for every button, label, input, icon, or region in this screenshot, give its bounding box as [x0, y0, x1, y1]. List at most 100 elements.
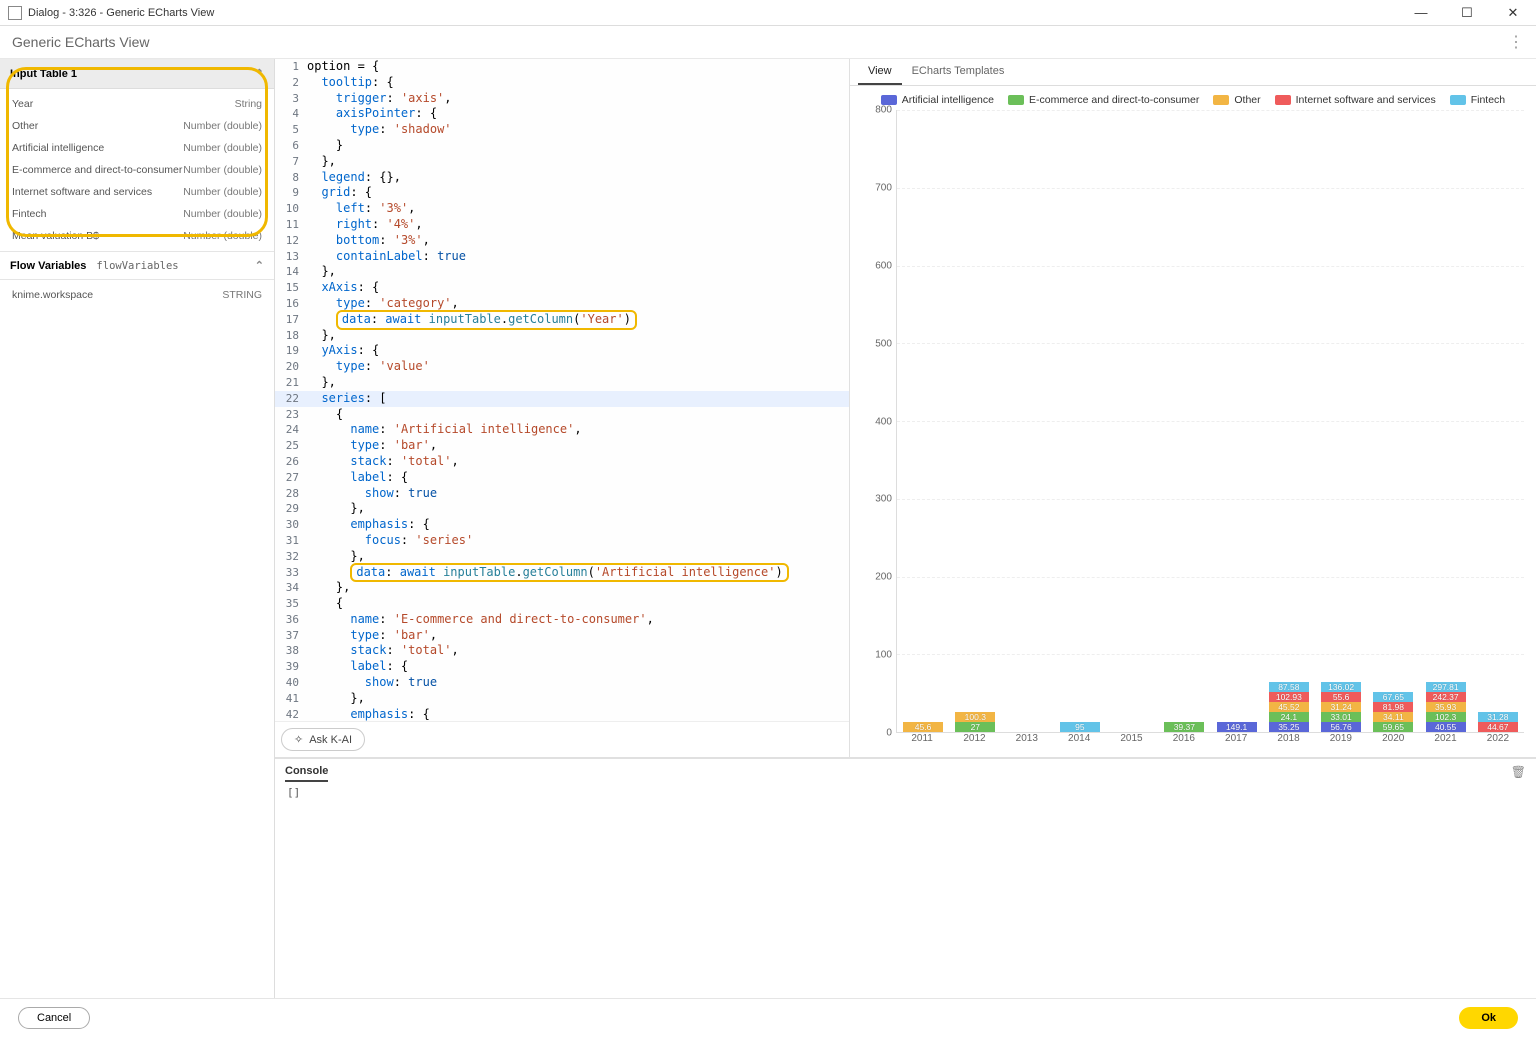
field-row[interactable]: Mean valuation B$Number (double) [0, 225, 274, 247]
field-row[interactable]: OtherNumber (double) [0, 115, 274, 137]
bar-segment[interactable]: 297.81 [1426, 682, 1466, 692]
code-line[interactable]: 14 }, [275, 264, 849, 280]
bar-segment[interactable]: 35.25 [1269, 722, 1309, 732]
flow-var-row[interactable]: knime.workspaceSTRING [0, 284, 274, 306]
tab-echarts-templates[interactable]: ECharts Templates [902, 59, 1015, 85]
bar-segment[interactable]: 24.1 [1269, 712, 1309, 722]
code-line[interactable]: 19 yAxis: { [275, 343, 849, 359]
bar-group[interactable]: 59.6534.1181.9867.65 [1373, 692, 1413, 732]
code-line[interactable]: 23 { [275, 407, 849, 423]
bar-segment[interactable]: 40.55 [1426, 722, 1466, 732]
bar-segment[interactable]: 87.58 [1269, 682, 1309, 692]
code-line[interactable]: 42 emphasis: { [275, 707, 849, 721]
ok-button[interactable]: Ok [1459, 1007, 1518, 1029]
field-row[interactable]: Artificial intelligenceNumber (double) [0, 137, 274, 159]
bar-group[interactable]: 44.6731.28 [1478, 712, 1518, 732]
minimize-button[interactable]: — [1406, 5, 1436, 21]
bar-segment[interactable]: 100.3 [955, 712, 995, 722]
close-button[interactable]: ✕ [1498, 5, 1528, 21]
bar-segment[interactable]: 55.6 [1321, 692, 1361, 702]
ask-kai-button[interactable]: ✧ Ask K-AI [281, 728, 365, 751]
bar-segment[interactable]: 81.98 [1373, 702, 1413, 712]
bar-group[interactable]: 35.2524.145.52102.9387.58 [1269, 682, 1309, 732]
code-line[interactable]: 30 emphasis: { [275, 517, 849, 533]
code-line[interactable]: 11 right: '4%', [275, 217, 849, 233]
field-row[interactable]: YearString [0, 93, 274, 115]
console-body[interactable]: [] [285, 782, 1526, 992]
field-row[interactable]: Internet software and servicesNumber (do… [0, 181, 274, 203]
bar-segment[interactable]: 44.67 [1478, 722, 1518, 732]
code-line[interactable]: 21 }, [275, 375, 849, 391]
code-line[interactable]: 29 }, [275, 501, 849, 517]
code-line[interactable]: 10 left: '3%', [275, 201, 849, 217]
code-line[interactable]: 15 xAxis: { [275, 280, 849, 296]
code-line[interactable]: 17 data: await inputTable.getColumn('Yea… [275, 312, 849, 328]
bar-segment[interactable]: 59.65 [1373, 722, 1413, 732]
code-line[interactable]: 34 }, [275, 580, 849, 596]
code-line[interactable]: 28 show: true [275, 486, 849, 502]
code-editor[interactable]: 1option = {2 tooltip: {3 trigger: 'axis'… [275, 59, 849, 721]
code-line[interactable]: 12 bottom: '3%', [275, 233, 849, 249]
bar-segment[interactable]: 27 [955, 722, 995, 732]
code-line[interactable]: 1option = { [275, 59, 849, 75]
bar-segment[interactable]: 149.1 [1217, 722, 1257, 732]
code-line[interactable]: 4 axisPointer: { [275, 106, 849, 122]
bar-group[interactable]: 149.1 [1217, 722, 1257, 732]
bar-segment[interactable]: 56.76 [1321, 722, 1361, 732]
code-line[interactable]: 39 label: { [275, 659, 849, 675]
bar-segment[interactable]: 45.52 [1269, 702, 1309, 712]
bar-segment[interactable]: 35.93 [1426, 702, 1466, 712]
tab-view[interactable]: View [858, 59, 902, 85]
legend-item[interactable]: Internet software and services [1275, 94, 1436, 106]
code-line[interactable]: 8 legend: {}, [275, 170, 849, 186]
legend-item[interactable]: Artificial intelligence [881, 94, 994, 106]
legend-item[interactable]: E-commerce and direct-to-consumer [1008, 94, 1199, 106]
code-line[interactable]: 35 { [275, 596, 849, 612]
code-line[interactable]: 18 }, [275, 328, 849, 344]
bar-group[interactable]: 56.7633.0131.2455.6136.02 [1321, 682, 1361, 732]
code-line[interactable]: 24 name: 'Artificial intelligence', [275, 422, 849, 438]
code-line[interactable]: 2 tooltip: { [275, 75, 849, 91]
input-table-header[interactable]: Input Table 1 ⌃ [0, 59, 274, 89]
code-line[interactable]: 22 series: [ [275, 391, 849, 407]
code-line[interactable]: 36 name: 'E-commerce and direct-to-consu… [275, 612, 849, 628]
cancel-button[interactable]: Cancel [18, 1007, 90, 1029]
bar-segment[interactable]: 31.28 [1478, 712, 1518, 722]
bar-group[interactable]: 40.55102.335.93242.37297.81 [1426, 682, 1466, 732]
bar-segment[interactable]: 136.02 [1321, 682, 1361, 692]
code-line[interactable]: 25 type: 'bar', [275, 438, 849, 454]
bar-segment[interactable]: 102.3 [1426, 712, 1466, 722]
code-line[interactable]: 27 label: { [275, 470, 849, 486]
bar-segment[interactable]: 45.6 [903, 722, 943, 732]
bar-group[interactable]: 45.6 [903, 722, 943, 732]
bar-segment[interactable]: 31.24 [1321, 702, 1361, 712]
code-line[interactable]: 41 }, [275, 691, 849, 707]
bar-segment[interactable]: 95 [1060, 722, 1100, 732]
code-line[interactable]: 33 data: await inputTable.getColumn('Art… [275, 565, 849, 581]
code-line[interactable]: 20 type: 'value' [275, 359, 849, 375]
code-line[interactable]: 5 type: 'shadow' [275, 122, 849, 138]
subtitle-menu-icon[interactable]: ⋮ [1508, 32, 1524, 52]
bar-group[interactable]: 95 [1060, 722, 1100, 732]
code-line[interactable]: 40 show: true [275, 675, 849, 691]
code-line[interactable]: 9 grid: { [275, 185, 849, 201]
bar-group[interactable]: 39.37 [1164, 722, 1204, 732]
code-line[interactable]: 37 type: 'bar', [275, 628, 849, 644]
flow-variables-header[interactable]: Flow Variables flowVariables ⌃ [0, 251, 274, 280]
maximize-button[interactable]: ☐ [1452, 5, 1482, 21]
legend-item[interactable]: Fintech [1450, 94, 1505, 106]
bar-segment[interactable]: 33.01 [1321, 712, 1361, 722]
code-line[interactable]: 13 containLabel: true [275, 249, 849, 265]
code-line[interactable]: 38 stack: 'total', [275, 643, 849, 659]
code-line[interactable]: 7 }, [275, 154, 849, 170]
code-line[interactable]: 31 focus: 'series' [275, 533, 849, 549]
code-line[interactable]: 3 trigger: 'axis', [275, 91, 849, 107]
code-line[interactable]: 26 stack: 'total', [275, 454, 849, 470]
code-line[interactable]: 6 } [275, 138, 849, 154]
field-row[interactable]: FintechNumber (double) [0, 203, 274, 225]
field-row[interactable]: E-commerce and direct-to-consumerNumber … [0, 159, 274, 181]
bar-segment[interactable]: 39.37 [1164, 722, 1204, 732]
bar-segment[interactable]: 242.37 [1426, 692, 1466, 702]
bar-segment[interactable]: 34.11 [1373, 712, 1413, 722]
trash-icon[interactable]: 🗑 [1511, 765, 1526, 782]
